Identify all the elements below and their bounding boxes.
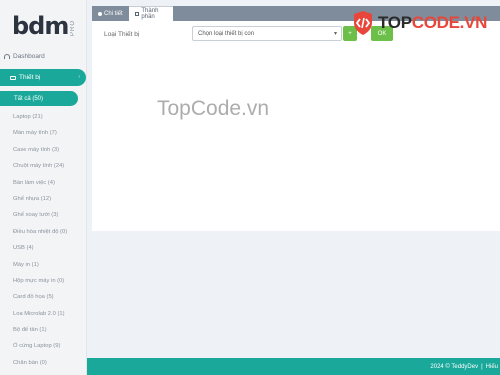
folder-icon <box>135 12 140 16</box>
tab-detail[interactable]: Chi tiết <box>92 6 129 21</box>
watermark-text: TopCode.vn <box>157 97 270 120</box>
brand-text: TOPCODE.VN <box>378 13 487 33</box>
sidebar-subitem-all[interactable]: Tất cả (50) <box>0 91 78 106</box>
main-panel: Loại Thiết bị Chọn loại thiết bị con ▾ +… <box>92 21 500 231</box>
dashboard-icon <box>4 54 10 59</box>
app-logo[interactable]: bdm PRO <box>12 12 76 42</box>
sidebar-subitem[interactable]: Ổ cứng Laptop (9) <box>13 342 67 358</box>
sidebar-item-label: Dashboard <box>13 53 45 60</box>
sidebar-subitem[interactable]: Chân bàn (0) <box>13 359 67 375</box>
sidebar-subitem[interactable]: Bàn làm việc (4) <box>13 179 67 195</box>
brand-logo: TOPCODE.VN <box>352 8 487 38</box>
tab-label: Chi tiết <box>104 10 123 17</box>
device-type-label: Loại Thiết bị <box>104 31 140 38</box>
sidebar-subitem[interactable]: Hộp mực máy in (0) <box>13 277 67 293</box>
footer: 2024 © TeddyDev | Hiếu <box>87 358 500 375</box>
sidebar-subitem[interactable]: Card đồ họa (5) <box>13 293 67 309</box>
sidebar-subitem[interactable]: Ghế xoay lưới (3) <box>13 211 67 227</box>
footer-copyright: 2024 © TeddyDev <box>430 363 479 370</box>
brand-text-part2: CODE.VN <box>411 13 488 32</box>
select-value: Chọn loại thiết bị con <box>198 30 255 37</box>
sidebar-subitem[interactable]: Máy in (1) <box>13 261 67 277</box>
sidebar-subitem[interactable]: Laptop (21) <box>13 113 67 129</box>
sidebar-subitem[interactable]: Bộ đế tản (1) <box>13 326 67 342</box>
sidebar-item-label: Thiết bị <box>19 74 41 81</box>
logo-pro-label: PRO <box>70 20 77 37</box>
logo-text: bdm <box>12 12 69 40</box>
chevron-down-icon: ▾ <box>333 31 337 37</box>
laptop-icon <box>10 75 16 80</box>
tab-label: Thành phần <box>141 8 159 20</box>
sidebar-subitem[interactable]: Màn máy tính (7) <box>13 129 67 145</box>
sidebar-subitem[interactable]: Ghế nhựa (12) <box>13 195 67 211</box>
footer-separator: | <box>481 363 483 370</box>
tab-component[interactable]: Thành phần <box>129 6 173 21</box>
chevron-left-icon: ‹ <box>78 74 80 80</box>
shield-logo-icon <box>354 11 372 35</box>
user-icon <box>98 11 102 16</box>
sidebar-item-device[interactable]: Thiết bị ‹ <box>0 69 86 86</box>
sidebar: bdm PRO Dashboard Thiết bị ‹ Tất cả (50)… <box>0 0 87 375</box>
sidebar-item-dashboard[interactable]: Dashboard <box>4 53 45 60</box>
sidebar-subitem-label: Tất cả (50) <box>14 95 44 102</box>
brand-text-part1: TOP <box>378 13 412 32</box>
sidebar-subitem[interactable]: Điều hòa nhiệt độ (0) <box>13 228 67 244</box>
sidebar-subitem[interactable]: Chuột máy tính (24) <box>13 162 67 178</box>
device-type-select[interactable]: Chọn loại thiết bị con ▾ <box>192 26 342 41</box>
sidebar-subitem[interactable]: Case máy tính (3) <box>13 146 67 162</box>
device-category-list: Laptop (21) Màn máy tính (7) Case máy tí… <box>13 113 67 375</box>
sidebar-subitem[interactable]: Loa Microlab 2.0 (1) <box>13 310 67 326</box>
sidebar-subitem[interactable]: USB (4) <box>13 244 67 260</box>
footer-extra: Hiếu <box>485 363 498 370</box>
